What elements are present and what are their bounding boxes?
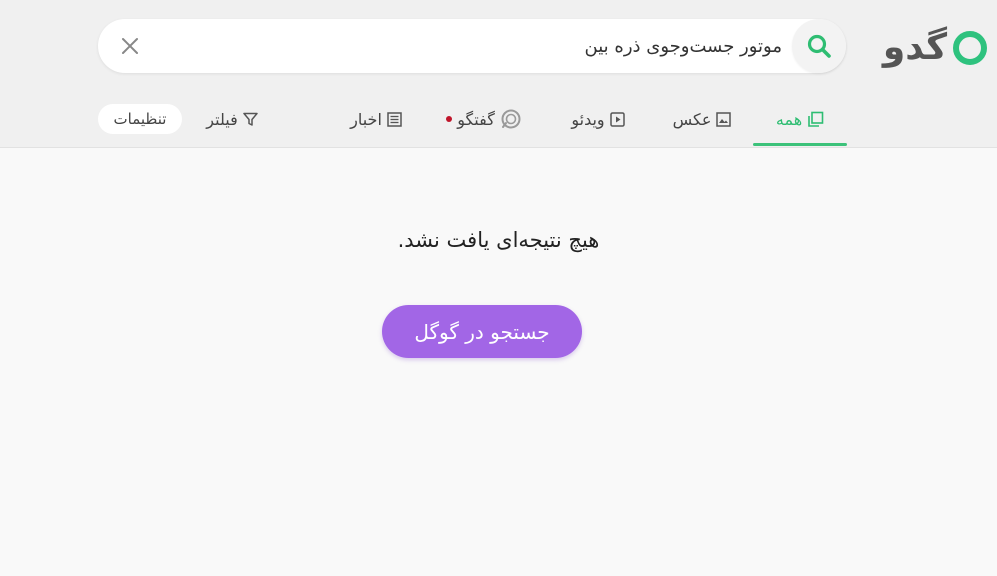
tab-news[interactable]: اخبار [340, 92, 412, 146]
tab-images-label: عکس [672, 109, 712, 129]
search-button[interactable] [792, 19, 846, 73]
tab-all-label: همه [775, 109, 803, 129]
logo[interactable]: گدو [883, 24, 987, 72]
filter-label: فیلتر [206, 109, 238, 129]
filter-button[interactable]: فیلتر [196, 92, 268, 146]
clear-search-button[interactable] [118, 34, 142, 58]
search-input[interactable] [182, 19, 782, 73]
tab-chat-label: گفتگو [457, 109, 495, 129]
tab-news-label: اخبار [350, 109, 382, 129]
header: گدو همه عکس [0, 0, 997, 148]
search-icon [807, 34, 831, 58]
tab-chat[interactable]: گفتگو [436, 92, 532, 146]
image-icon [716, 111, 732, 127]
filter-icon [242, 112, 258, 126]
settings-label: تنظیمات [113, 110, 167, 128]
logo-mark-icon [953, 31, 987, 65]
empty-results-message: هیچ نتیجه‌ای یافت نشد. [397, 228, 600, 252]
settings-button[interactable]: تنظیمات [98, 104, 182, 134]
logo-text: گدو [882, 27, 948, 68]
close-icon [122, 38, 138, 54]
search-bar [98, 19, 846, 73]
news-icon [387, 111, 402, 127]
new-badge-dot [446, 116, 453, 122]
chat-icon [501, 109, 521, 129]
tab-videos-label: ویدئو [571, 109, 605, 129]
tab-all[interactable]: همه [753, 92, 847, 146]
search-google-button[interactable]: جستجو در گوگل [382, 305, 582, 358]
tab-videos[interactable]: ویدئو [560, 92, 636, 146]
pages-icon [808, 111, 824, 127]
tab-images[interactable]: عکس [662, 92, 742, 146]
search-google-label: جستجو در گوگل [414, 319, 550, 344]
video-icon [609, 111, 625, 127]
